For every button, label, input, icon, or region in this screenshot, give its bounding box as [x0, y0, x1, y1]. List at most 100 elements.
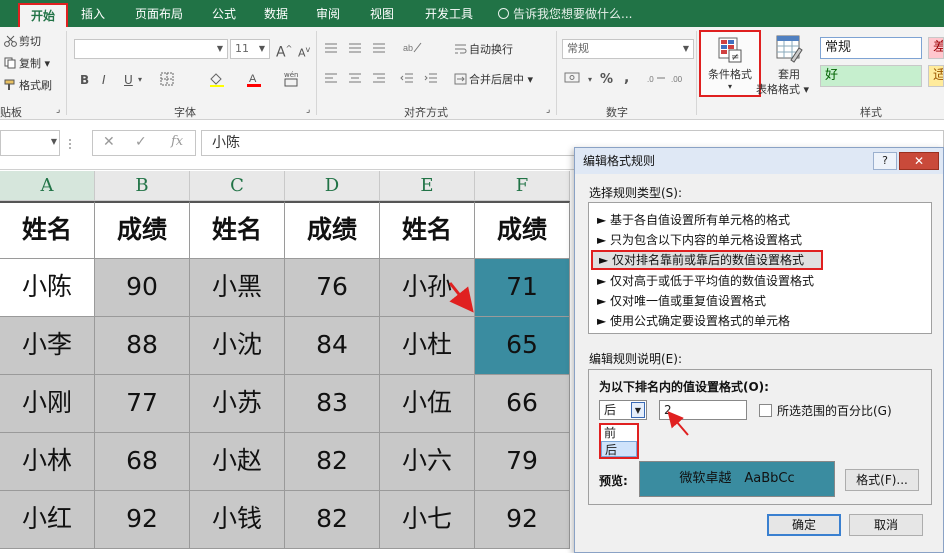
borders-button[interactable]	[160, 72, 174, 90]
grow-font-button[interactable]: A^	[276, 40, 292, 61]
help-button[interactable]: ?	[873, 152, 897, 170]
table-cell[interactable]: 小红	[0, 491, 95, 549]
style-bad[interactable]: 差	[928, 37, 944, 59]
underline-dropdown[interactable]: ▾	[138, 71, 142, 89]
tab-data[interactable]: 数据	[256, 3, 296, 27]
rule-type-item[interactable]: ► 使用公式确定要设置格式的单元格	[597, 311, 790, 331]
currency-dropdown[interactable]: ▾	[588, 71, 592, 89]
bold-button[interactable]: B	[80, 71, 89, 89]
currency-button[interactable]	[564, 71, 586, 89]
table-cell[interactable]: 小刚	[0, 375, 95, 433]
format-as-table-button[interactable]: 套用 表格格式 ▾	[756, 32, 814, 98]
phonetic-button[interactable]: wén	[282, 69, 304, 87]
rule-type-item-selected[interactable]: ► 仅对排名靠前或靠后的数值设置格式	[591, 250, 823, 270]
table-cell[interactable]: 84	[285, 317, 380, 375]
chevron-down-icon[interactable]: ▼	[631, 402, 645, 418]
format-painter-button[interactable]: 格式刷	[4, 77, 52, 95]
style-neutral[interactable]: 适	[928, 65, 944, 87]
table-cell[interactable]: 小杜	[380, 317, 475, 375]
table-cell[interactable]: 92	[475, 491, 570, 549]
rank-option-top[interactable]: 前	[601, 425, 637, 441]
table-cell[interactable]: 小苏	[190, 375, 285, 433]
decrease-indent-button[interactable]	[400, 71, 414, 89]
font-name-box[interactable]: ▼	[74, 39, 228, 59]
cut-button[interactable]: 剪切	[4, 33, 41, 51]
style-normal[interactable]: 常规	[820, 37, 922, 59]
insert-function-icon[interactable]: fx	[171, 134, 183, 149]
formula-bar-grip[interactable]	[68, 138, 72, 150]
align-middle-button[interactable]	[348, 41, 362, 59]
tab-page-layout[interactable]: 页面布局	[126, 3, 192, 27]
table-header-cell[interactable]: 姓名	[190, 201, 285, 259]
conditional-formatting-button[interactable]: ≠ 条件格式 ▾	[699, 30, 761, 97]
format-button[interactable]: 格式(F)...	[845, 469, 919, 491]
align-right-button[interactable]	[372, 71, 386, 89]
underline-button[interactable]: U	[124, 71, 133, 89]
tab-view[interactable]: 视图	[362, 3, 402, 27]
table-cell[interactable]: 小陈	[0, 259, 95, 317]
shrink-font-button[interactable]: Av	[298, 41, 310, 60]
table-cell[interactable]: 77	[95, 375, 190, 433]
table-cell[interactable]: 小伍	[380, 375, 475, 433]
tell-me-search[interactable]: 告诉我您想要做什么...	[498, 5, 632, 22]
close-button[interactable]: ✕	[899, 152, 939, 170]
column-header[interactable]: B	[95, 171, 190, 201]
table-header-cell[interactable]: 成绩	[285, 201, 380, 259]
merge-center-button[interactable]: 合并后居中 ▾	[454, 71, 533, 89]
cancel-entry-icon[interactable]: ✕	[103, 134, 115, 150]
fill-color-button[interactable]	[208, 71, 226, 89]
table-cell[interactable]: 小沈	[190, 317, 285, 375]
tab-developer[interactable]: 开发工具	[416, 3, 482, 27]
font-launcher-icon[interactable]: ⌟	[306, 101, 310, 119]
percent-checkbox[interactable]	[759, 404, 772, 417]
tab-insert[interactable]: 插入	[72, 3, 114, 27]
table-cell[interactable]: 88	[95, 317, 190, 375]
table-header-cell[interactable]: 姓名	[380, 201, 475, 259]
column-header[interactable]: D	[285, 171, 380, 201]
font-color-button[interactable]: A	[246, 71, 262, 89]
tab-formulas[interactable]: 公式	[204, 3, 244, 27]
table-cell[interactable]: 小七	[380, 491, 475, 549]
align-left-button[interactable]	[324, 71, 338, 89]
comma-button[interactable]: ,	[624, 69, 629, 87]
table-cell[interactable]: 小李	[0, 317, 95, 375]
increase-indent-button[interactable]	[424, 71, 438, 89]
table-cell[interactable]: 小林	[0, 433, 95, 491]
column-header[interactable]: E	[380, 171, 475, 201]
column-header[interactable]: F	[475, 171, 570, 201]
column-header[interactable]: C	[190, 171, 285, 201]
tab-home[interactable]: 开始	[18, 3, 68, 27]
table-cell[interactable]: 79	[475, 433, 570, 491]
table-cell[interactable]: 92	[95, 491, 190, 549]
align-top-button[interactable]	[324, 41, 338, 59]
table-header-cell[interactable]: 姓名	[0, 201, 95, 259]
rank-direction-select[interactable]: 后 ▼	[599, 400, 647, 420]
table-cell[interactable]: 71	[475, 259, 570, 317]
decrease-decimal-icon[interactable]: .00	[670, 71, 690, 89]
orientation-button[interactable]: ab	[402, 40, 422, 58]
align-bottom-button[interactable]	[372, 41, 386, 59]
rank-direction-options[interactable]: 前 后	[599, 423, 639, 459]
table-cell[interactable]: 66	[475, 375, 570, 433]
italic-button[interactable]: I	[102, 71, 106, 89]
number-format-box[interactable]: 常规 ▼	[562, 39, 694, 59]
table-cell[interactable]: 65	[475, 317, 570, 375]
table-header-cell[interactable]: 成绩	[475, 201, 570, 259]
table-cell[interactable]: 小孙	[380, 259, 475, 317]
ok-button[interactable]: 确定	[767, 514, 841, 536]
rule-type-item[interactable]: ► 仅对高于或低于平均值的数值设置格式	[597, 271, 814, 291]
cancel-button[interactable]: 取消	[849, 514, 923, 536]
table-cell[interactable]: 小黑	[190, 259, 285, 317]
table-cell[interactable]: 83	[285, 375, 380, 433]
table-cell[interactable]: 小赵	[190, 433, 285, 491]
alignment-launcher-icon[interactable]: ⌟	[546, 101, 550, 119]
table-header-cell[interactable]: 成绩	[95, 201, 190, 259]
style-good[interactable]: 好	[820, 65, 922, 87]
column-header[interactable]: A	[0, 171, 95, 201]
confirm-entry-icon[interactable]: ✓	[135, 134, 147, 150]
table-cell[interactable]: 小钱	[190, 491, 285, 549]
tab-review[interactable]: 审阅	[308, 3, 348, 27]
rule-type-item[interactable]: ► 仅对唯一值或重复值设置格式	[597, 291, 766, 311]
rank-option-bottom[interactable]: 后	[601, 441, 637, 457]
increase-decimal-button[interactable]: .0	[646, 71, 666, 89]
